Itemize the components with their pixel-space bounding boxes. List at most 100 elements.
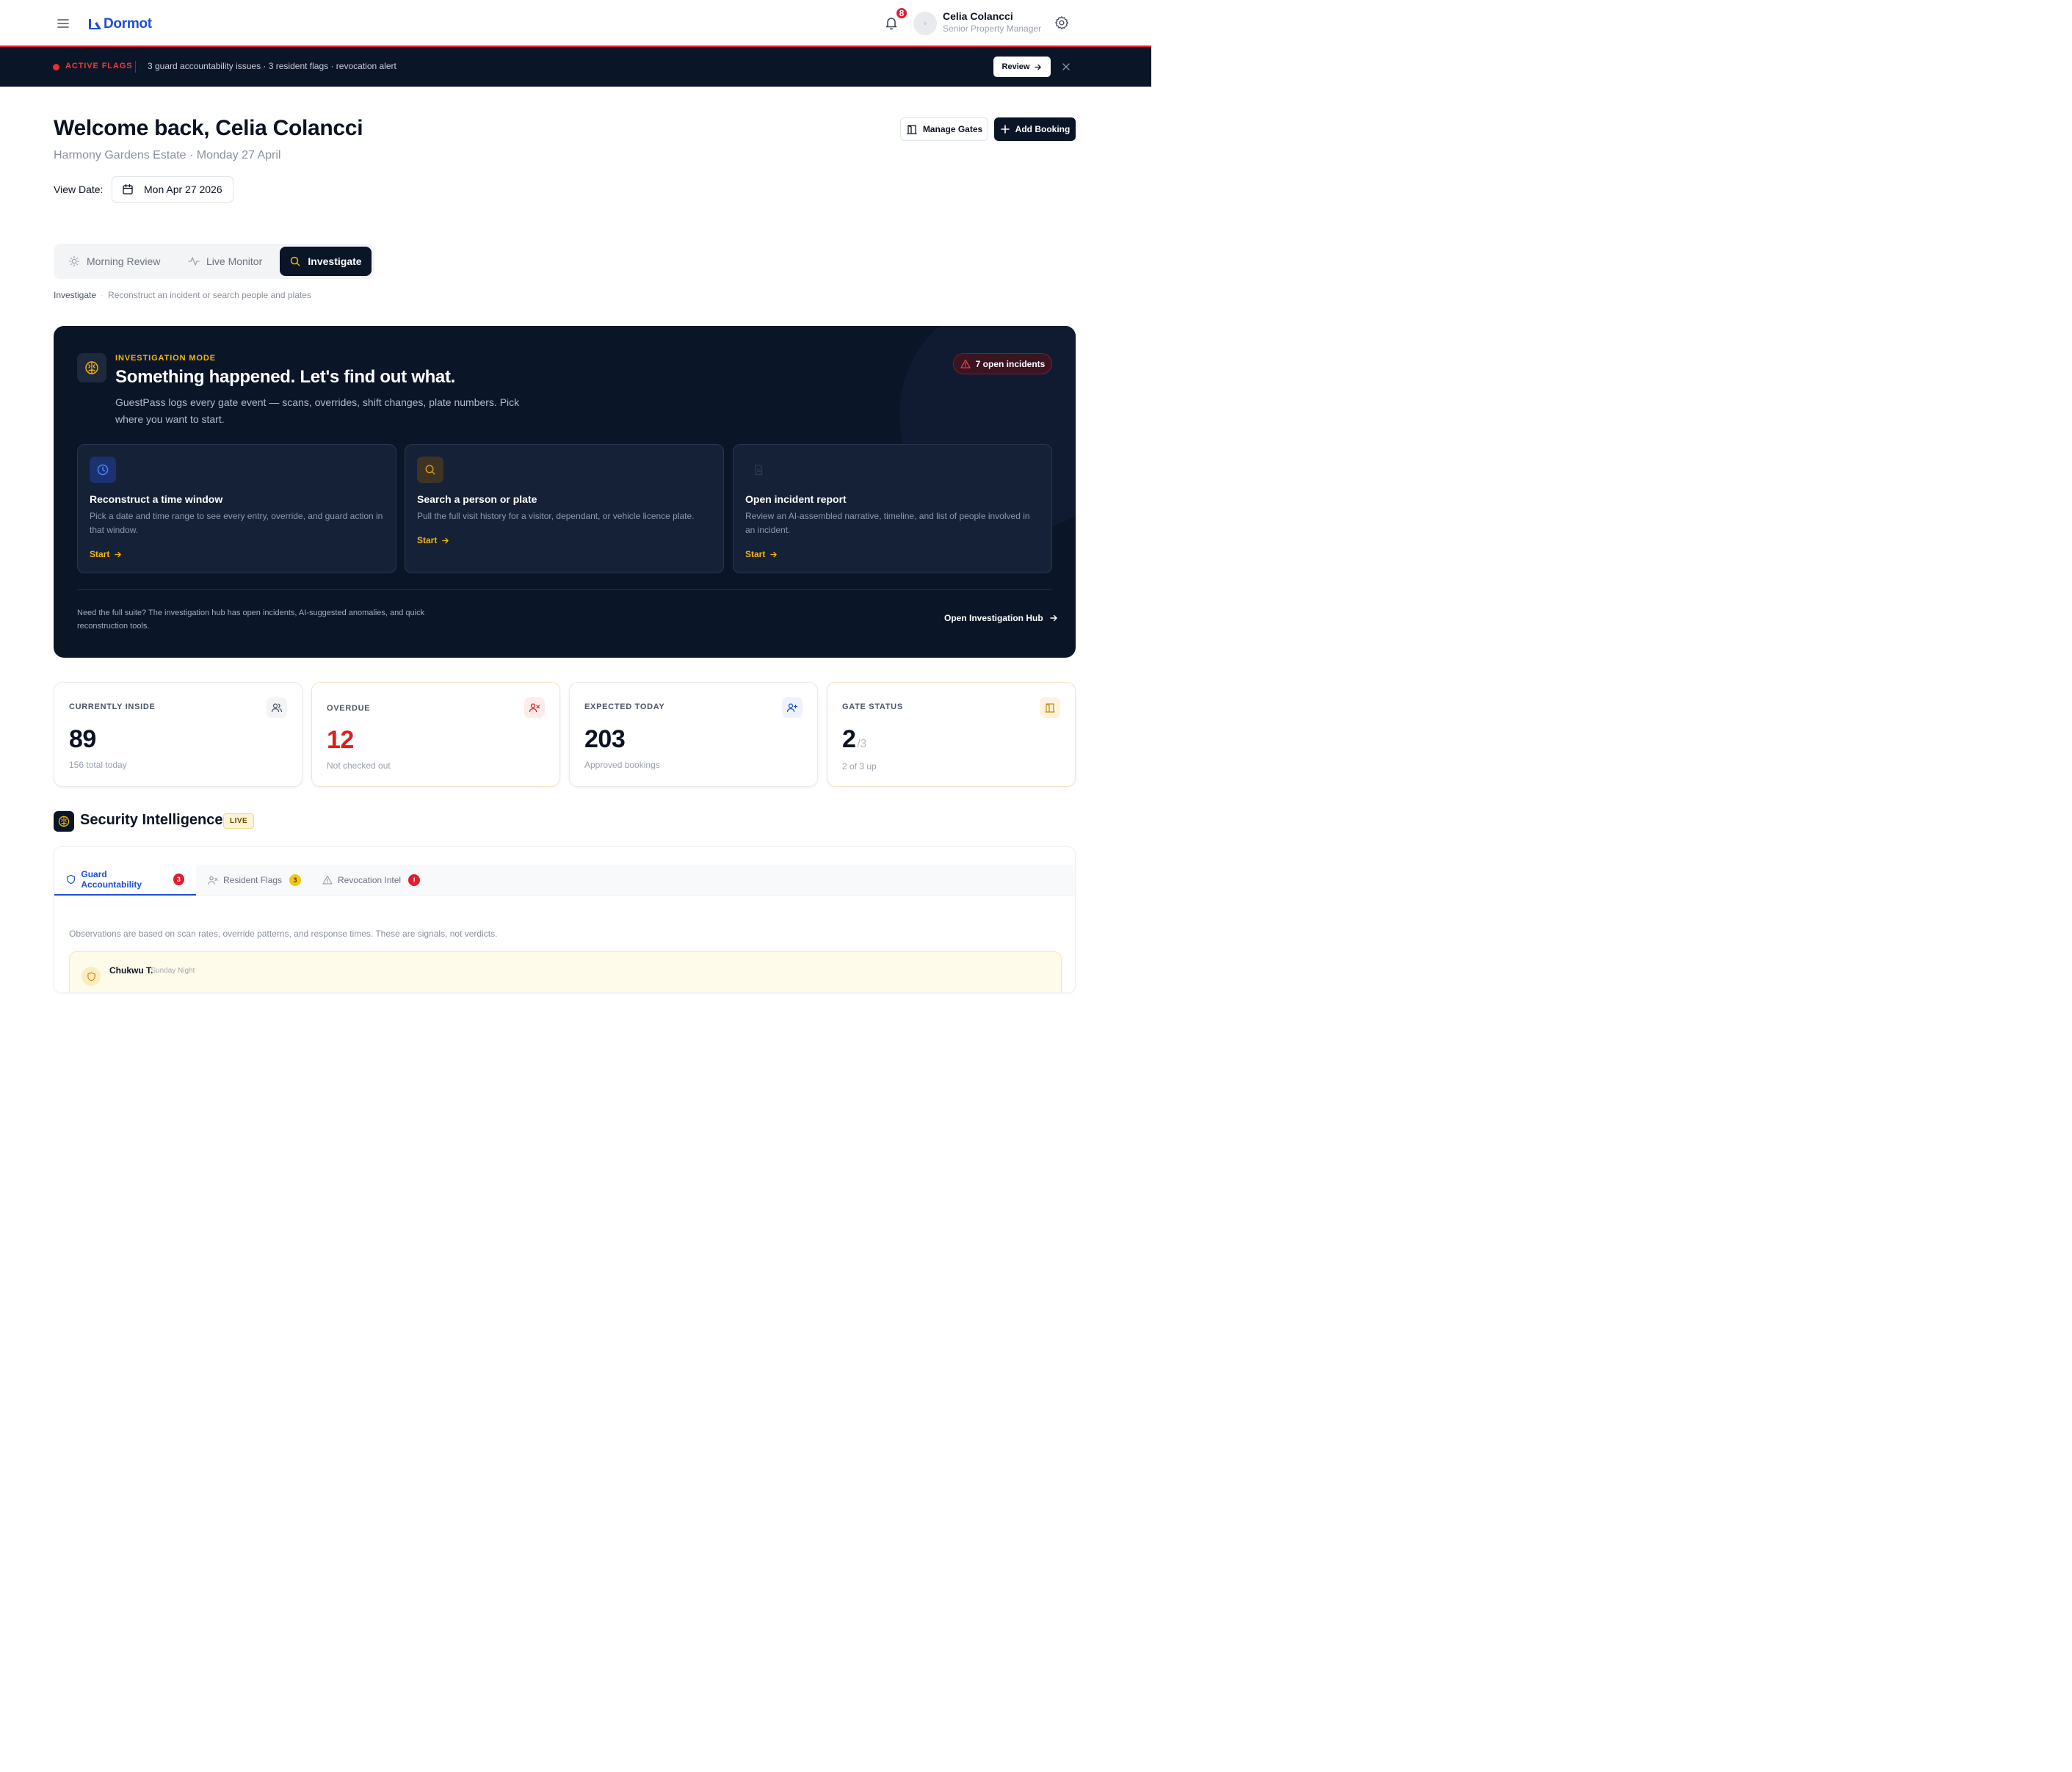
stat-subtext: 2 of 3 up xyxy=(842,761,877,771)
gear-icon[interactable] xyxy=(1054,15,1071,32)
dormot-logo-icon xyxy=(89,19,101,29)
tab-revocation-intel[interactable]: Revocation Intel ! xyxy=(311,865,432,896)
breadcrumb-current: Investigate xyxy=(54,290,97,300)
arrow-right-icon xyxy=(770,551,778,557)
card-title: Reconstruct a time window xyxy=(90,493,223,505)
investigation-kicker: INVESTIGATION MODE xyxy=(115,354,217,363)
user-flag-icon xyxy=(208,876,218,885)
card-title: Search a person or plate xyxy=(417,493,537,505)
section-title: Security Intelligence xyxy=(80,812,223,828)
stat-label: CURRENTLY INSIDE xyxy=(69,702,156,711)
start-label: Start xyxy=(90,549,110,559)
flags-label: ACTIVE FLAGS xyxy=(65,62,133,70)
tab-label: Investigate xyxy=(308,255,362,267)
gate-up-count: 2 xyxy=(842,725,856,753)
start-label: Start xyxy=(745,549,766,559)
view-date-value: Mon Apr 27 2026 xyxy=(144,184,222,195)
brand-name: Dormot xyxy=(104,16,152,32)
user-plus-icon xyxy=(782,697,803,718)
user-name[interactable]: Celia Colancci xyxy=(943,10,1013,22)
tab-investigate[interactable]: Investigate xyxy=(280,247,372,276)
guard-observation-card[interactable]: Chukwu T. · Sunday Night xyxy=(69,951,1062,992)
start-link[interactable]: Start xyxy=(417,535,449,545)
stat-value: 203 xyxy=(584,725,626,753)
users-icon xyxy=(267,697,287,718)
avatar[interactable] xyxy=(913,12,937,35)
arrow-right-icon xyxy=(1049,614,1057,622)
tab-resident-flags[interactable]: Resident Flags 3 xyxy=(196,865,313,896)
view-date-picker[interactable]: Mon Apr 27 2026 xyxy=(112,176,233,203)
stat-value: 2/3 xyxy=(842,725,866,754)
start-link[interactable]: Start xyxy=(745,549,778,559)
top-navigation-bar: Dormot 8 Celia Colancci Senior Property … xyxy=(0,0,1151,47)
add-booking-button[interactable]: Add Booking xyxy=(994,117,1076,141)
tab-label: Live Monitor xyxy=(206,255,263,267)
stat-subtext: Not checked out xyxy=(327,760,391,771)
notification-count-badge: 8 xyxy=(895,7,908,20)
investigation-description: GuestPass logs every gate event — scans,… xyxy=(115,396,520,425)
divider xyxy=(77,589,1052,590)
sun-icon xyxy=(68,255,80,267)
brain-icon xyxy=(54,811,74,832)
divider xyxy=(135,61,136,73)
stat-label: GATE STATUS xyxy=(842,702,903,711)
tab-live-monitor[interactable]: Live Monitor xyxy=(188,247,262,276)
breadcrumb-hint: Reconstruct an incident or search people… xyxy=(108,290,311,300)
card-description: Pick a date and time range to see every … xyxy=(90,511,383,535)
clock-icon xyxy=(90,457,116,483)
count-badge: ! xyxy=(408,874,421,886)
gate-icon xyxy=(907,125,917,134)
active-flags-banner: ACTIVE FLAGS 3 guard accountability issu… xyxy=(0,47,1151,87)
file-icon xyxy=(745,457,772,483)
tab-label: Revocation Intel xyxy=(338,875,402,885)
tab-label: Morning Review xyxy=(87,255,161,267)
stat-card-currently-inside[interactable]: CURRENTLY INSIDE 89 156 total today xyxy=(54,682,303,787)
calendar-icon xyxy=(123,184,133,195)
count-badge: 3 xyxy=(173,874,184,885)
reconstruct-time-window-card[interactable]: Reconstruct a time window Pick a date an… xyxy=(77,444,396,573)
breadcrumb-separator: · xyxy=(101,290,104,300)
shield-icon xyxy=(67,874,76,885)
review-button[interactable]: Review xyxy=(993,57,1051,77)
stat-subtext: 156 total today xyxy=(69,760,127,770)
tab-morning-review[interactable]: Morning Review xyxy=(68,247,160,276)
tab-guard-accountability[interactable]: Guard Accountability 3 xyxy=(54,865,196,896)
close-icon[interactable] xyxy=(1062,62,1071,71)
review-button-label: Review xyxy=(1001,62,1030,71)
open-incidents-badge[interactable]: 7 open incidents xyxy=(953,353,1052,374)
page-subtitle: Harmony Gardens Estate · Monday 27 April xyxy=(54,149,281,161)
gate-total: /3 xyxy=(857,738,866,750)
warning-icon xyxy=(322,875,333,885)
warning-icon xyxy=(960,359,971,368)
observation-disclaimer: Observations are based on scan rates, ov… xyxy=(69,929,498,939)
search-person-or-plate-card[interactable]: Search a person or plate Pull the full v… xyxy=(405,444,724,573)
live-badge: LIVE xyxy=(223,813,255,829)
gate-icon xyxy=(1040,697,1060,718)
card-title: Open incident report xyxy=(745,493,847,505)
investigation-panel: INVESTIGATION MODE Something happened. L… xyxy=(54,326,1076,658)
arrow-right-icon xyxy=(442,537,449,543)
security-intelligence-panel: Guard Accountability 3 Resident Flags 3 … xyxy=(54,846,1076,993)
stat-card-gate-status[interactable]: GATE STATUS 2/3 2 of 3 up xyxy=(827,682,1076,787)
open-investigation-hub-link[interactable]: Open Investigation Hub xyxy=(944,613,1058,623)
open-incident-report-card[interactable]: Open incident report Review an AI-assemb… xyxy=(733,444,1052,573)
investigation-title: Something happened. Let's find out what. xyxy=(115,367,456,387)
tab-label: Resident Flags xyxy=(223,875,283,885)
flags-summary: 3 guard accountability issues · 3 reside… xyxy=(148,61,396,71)
search-icon xyxy=(291,256,300,266)
card-description: Review an AI-assembled narrative, timeli… xyxy=(745,511,1030,535)
brand-logo[interactable]: Dormot xyxy=(87,16,152,32)
stat-card-expected-today[interactable]: EXPECTED TODAY 203 Approved bookings xyxy=(569,682,818,787)
brain-icon xyxy=(77,353,106,382)
card-description: Pull the full visit history for a visito… xyxy=(417,511,695,521)
hub-link-label: Open Investigation Hub xyxy=(944,613,1043,623)
start-link[interactable]: Start xyxy=(90,549,122,559)
menu-icon[interactable] xyxy=(56,16,72,31)
shield-icon xyxy=(81,967,101,986)
stat-label: EXPECTED TODAY xyxy=(584,702,665,711)
stat-card-overdue[interactable]: OVERDUE 12 Not checked out xyxy=(311,682,560,787)
manage-gates-button[interactable]: Manage Gates xyxy=(900,117,988,141)
mode-tabs: Morning Review Live Monitor Investigate xyxy=(54,244,374,279)
user-x-icon xyxy=(524,697,545,718)
plus-icon xyxy=(1000,125,1010,134)
